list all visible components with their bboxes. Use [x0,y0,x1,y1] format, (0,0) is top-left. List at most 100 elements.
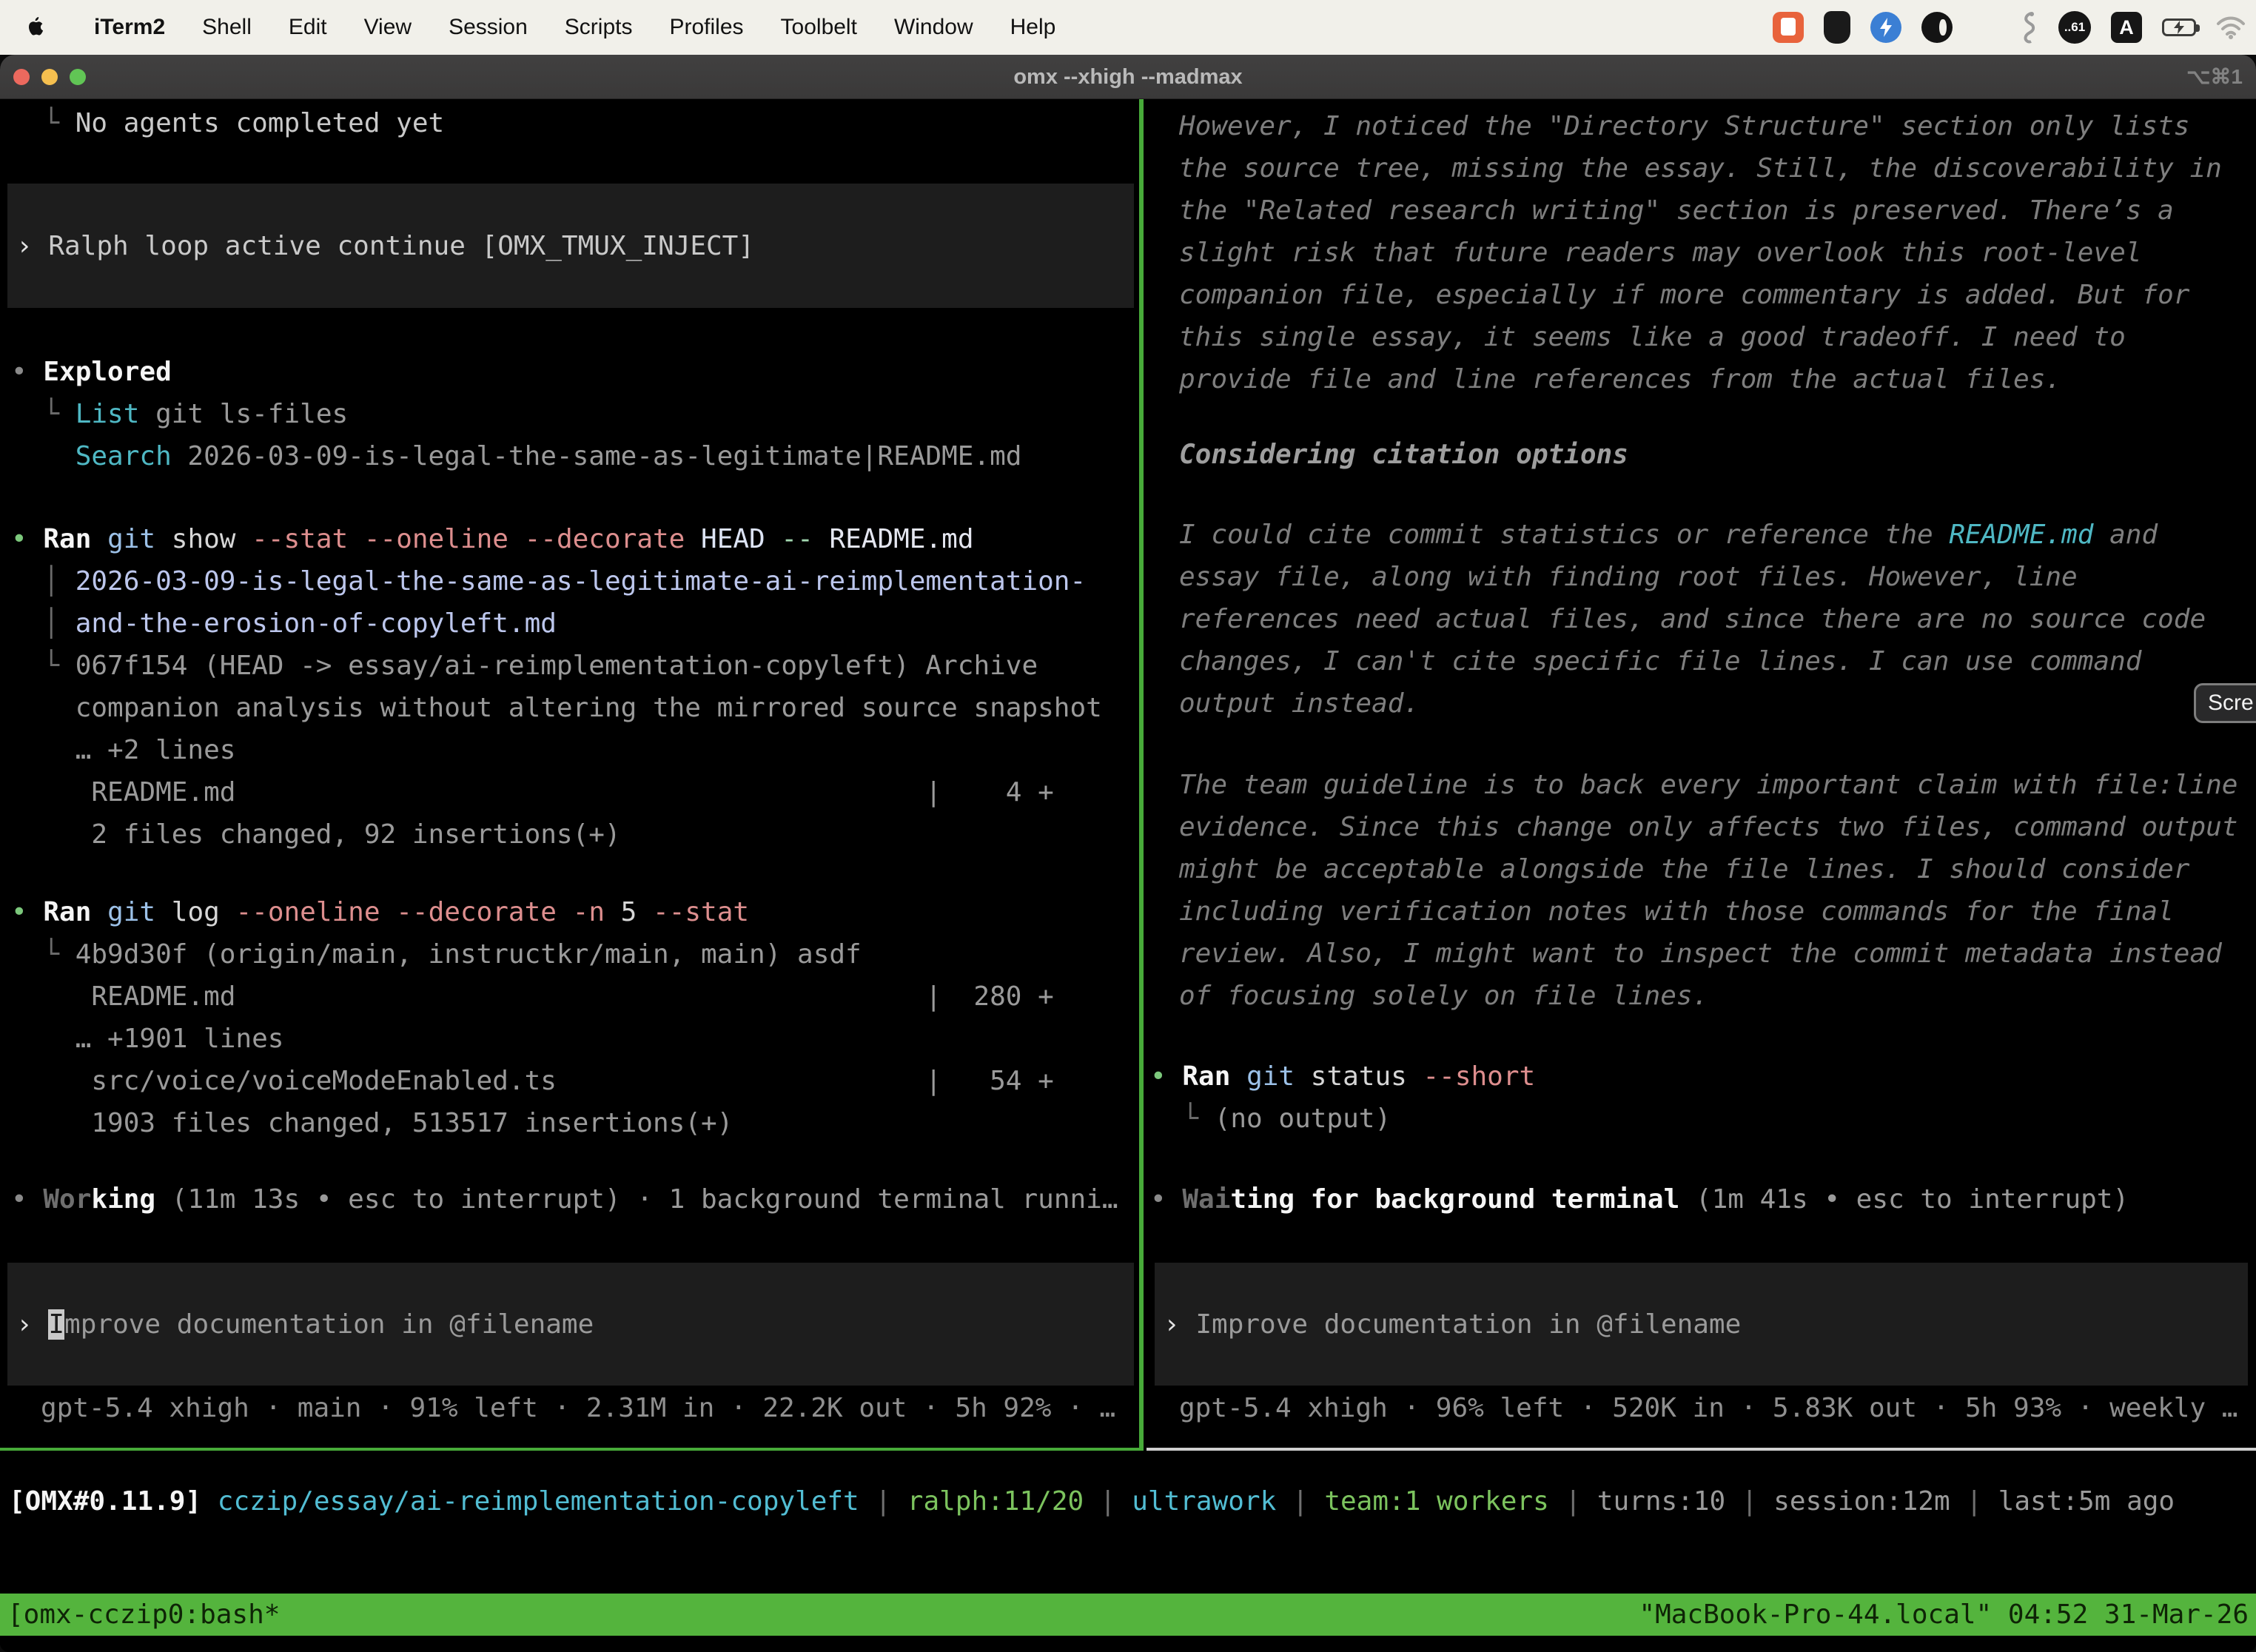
text-line: • Ran git show --stat --oneline --decora… [11,518,1102,560]
text-line: … +1901 lines [11,1018,1054,1060]
text-line: └ List git ls-files [11,393,1021,435]
text-line: The team guideline is to back every impo… [1179,764,2237,806]
screen-share-overlay-button[interactable]: Scre [2194,683,2256,723]
text-line: changes, I can't cite specific file line… [1179,640,2206,682]
text-line: └ No agents completed yet [11,102,444,144]
menu-edit[interactable]: Edit [270,0,346,55]
reasoning-paragraph-2: I could cite commit statistics or refere… [1179,514,2206,725]
omx-status-line: [OMX#0.11.9] cczip/essay/ai-reimplementa… [9,1480,2175,1522]
prompt-chevron: › [16,1309,48,1340]
window-title: omx --xhigh --madmax [0,55,2256,99]
text-line: gpt-5.4 xhigh · main · 91% left · 2.31M … [41,1387,1115,1429]
menu-view[interactable]: View [346,0,430,55]
prompt-input-line: › Improve documentation in @filename [1164,1303,1741,1346]
text-line: this single essay, it seems like a good … [1179,316,2222,358]
wifi-icon[interactable] [2216,16,2246,39]
terminal-area: └ No agents completed yet › Ralph loop a… [0,99,2256,1652]
grid-shield-icon[interactable] [1824,11,1850,44]
macos-menu-bar: iTerm2 Shell Edit View Session Scripts P… [0,0,2256,55]
window-title-bar: omx --xhigh --madmax ⌥⌘1 [0,55,2256,99]
menu-help[interactable]: Help [992,0,1075,55]
menu-iterm2[interactable]: iTerm2 [75,0,184,55]
dark-pie-icon[interactable] [1921,12,1953,43]
text-line: output instead. [1179,682,2206,725]
text-line: • Waiting for background terminal (1m 41… [1150,1178,2129,1220]
text-line: gpt-5.4 xhigh · 96% left · 520K in · 5.8… [1179,1387,2237,1429]
tmux-host-clock-label: "MacBook-Pro-44.local" 04:52 31-Mar-26 [1639,1594,2249,1636]
menu-bar-status-icons: ..61 A [1773,11,2256,44]
iterm2-window: omx --xhigh --madmax ⌥⌘1 └ No agents com… [0,55,2256,1652]
right-agent-pane: However, I noticed the "Directory Struct… [1147,99,2256,1448]
ralph-loop-banner: › Ralph loop active continue [OMX_TMUX_I… [7,184,1134,308]
text-line: • Working (11m 13s • esc to interrupt) ·… [11,1178,1118,1220]
text-line: README.md | 4 + [11,771,1102,813]
waiting-status-line: • Waiting for background terminal (1m 41… [1150,1178,2129,1220]
text-line: the source tree, missing the essay. Stil… [1179,147,2222,189]
text-line: README.md | 280 + [11,976,1054,1018]
menu-scripts[interactable]: Scripts [546,0,651,55]
menu-items: iTerm2 Shell Edit View Session Scripts P… [75,0,1074,55]
prompt-input-line: › Improve documentation in @filename [16,1303,594,1346]
text-line: └ (no output) [1150,1098,1535,1140]
battery-icon[interactable] [2162,19,2196,36]
text-line: companion file, especially if more comme… [1179,274,2222,316]
tmux-horizontal-border-right [1147,1448,2256,1451]
text-line: Considering citation options [1179,434,1628,476]
left-agent-pane: └ No agents completed yet › Ralph loop a… [0,99,1139,1448]
working-status-line: • Working (11m 13s • esc to interrupt) ·… [11,1178,1118,1220]
dragon-icon[interactable] [2019,11,2038,44]
right-model-status-line: gpt-5.4 xhigh · 96% left · 520K in · 5.8… [1147,1387,2237,1429]
text-line: › Ralph loop active continue [OMX_TMUX_I… [16,225,754,267]
window-shortcut-badge: ⌥⌘1 [2186,55,2243,99]
text-line: However, I noticed the "Directory Struct… [1179,105,2222,147]
tmux-session-window-label[interactable]: [omx-cczip0:bash* [7,1594,280,1636]
text-line: • Explored [11,351,1021,393]
text-line: slight risk that future readers may over… [1179,232,2222,274]
right-prompt-input[interactable]: › Improve documentation in @filename [1155,1263,2248,1386]
input-source-icon[interactable]: A [2111,12,2142,43]
tmux-horizontal-border-left [0,1448,1144,1451]
text-line: 2 files changed, 92 insertions(+) [11,813,1102,856]
blue-bolt-badge-icon[interactable] [1870,12,1901,43]
text-line: └ 4b9d30f (origin/main, instructkr/main,… [11,933,1054,976]
apple-menu-icon[interactable] [25,14,47,41]
text-line: … +2 lines [11,729,1102,771]
text-line: │ and-the-erosion-of-copyleft.md [11,602,1102,645]
text-line: of focusing solely on file lines. [1179,975,2237,1017]
text-line: references need actual files, and since … [1179,598,2206,640]
agents-completed-line: └ No agents completed yet [11,102,444,144]
tmux-status-bar: [omx-cczip0:bash* "MacBook-Pro-44.local"… [0,1594,2256,1636]
text-line: • Ran git status --short [1150,1055,1535,1098]
text-line: the "Related research writing" section i… [1179,189,2222,232]
text-cursor: I [48,1309,64,1340]
dots-grid-icon[interactable] [1973,14,1999,41]
text-line: essay file, along with finding root file… [1179,556,2206,598]
text-line: • Ran git log --oneline --decorate -n 5 … [11,891,1054,933]
git-log-block: • Ran git log --oneline --decorate -n 5 … [11,891,1054,1144]
reasoning-paragraph-3: The team guideline is to back every impo… [1179,764,2237,1017]
menu-window[interactable]: Window [876,0,992,55]
text-line: I could cite commit statistics or refere… [1179,514,2206,556]
text-line: might be acceptable alongside the file l… [1179,848,2237,890]
menu-session[interactable]: Session [430,0,546,55]
prompt-chevron: › [1164,1309,1195,1340]
text-line: companion analysis without altering the … [11,687,1102,729]
explored-block: • Explored └ List git ls-files Search 20… [11,351,1021,477]
text-line: 1903 files changed, 513517 insertions(+) [11,1102,1054,1144]
text-line: Search 2026-03-09-is-legal-the-same-as-l… [11,435,1021,477]
text-line: [OMX#0.11.9] cczip/essay/ai-reimplementa… [9,1480,2175,1522]
tmux-vertical-pane-divider[interactable] [1139,99,1144,1448]
git-show-block: • Ran git show --stat --oneline --decora… [11,518,1102,856]
left-model-status-line: gpt-5.4 xhigh · main · 91% left · 2.31M … [0,1387,1115,1429]
menu-profiles[interactable]: Profiles [651,0,762,55]
screen-recording-indicator-icon[interactable] [1773,12,1804,43]
text-line: src/voice/voiceModeEnabled.ts | 54 + [11,1060,1054,1102]
left-prompt-input[interactable]: › Improve documentation in @filename [7,1263,1134,1386]
text-line: including verification notes with those … [1179,890,2237,933]
text-line: provide file and line references from th… [1179,358,2222,400]
battery-percent-badge-icon[interactable]: ..61 [2058,11,2091,44]
menu-shell[interactable]: Shell [184,0,270,55]
reasoning-paragraph-1: However, I noticed the "Directory Struct… [1179,105,2222,400]
git-status-block: • Ran git status --short └ (no output) [1150,1055,1535,1140]
menu-toolbelt[interactable]: Toolbelt [762,0,876,55]
